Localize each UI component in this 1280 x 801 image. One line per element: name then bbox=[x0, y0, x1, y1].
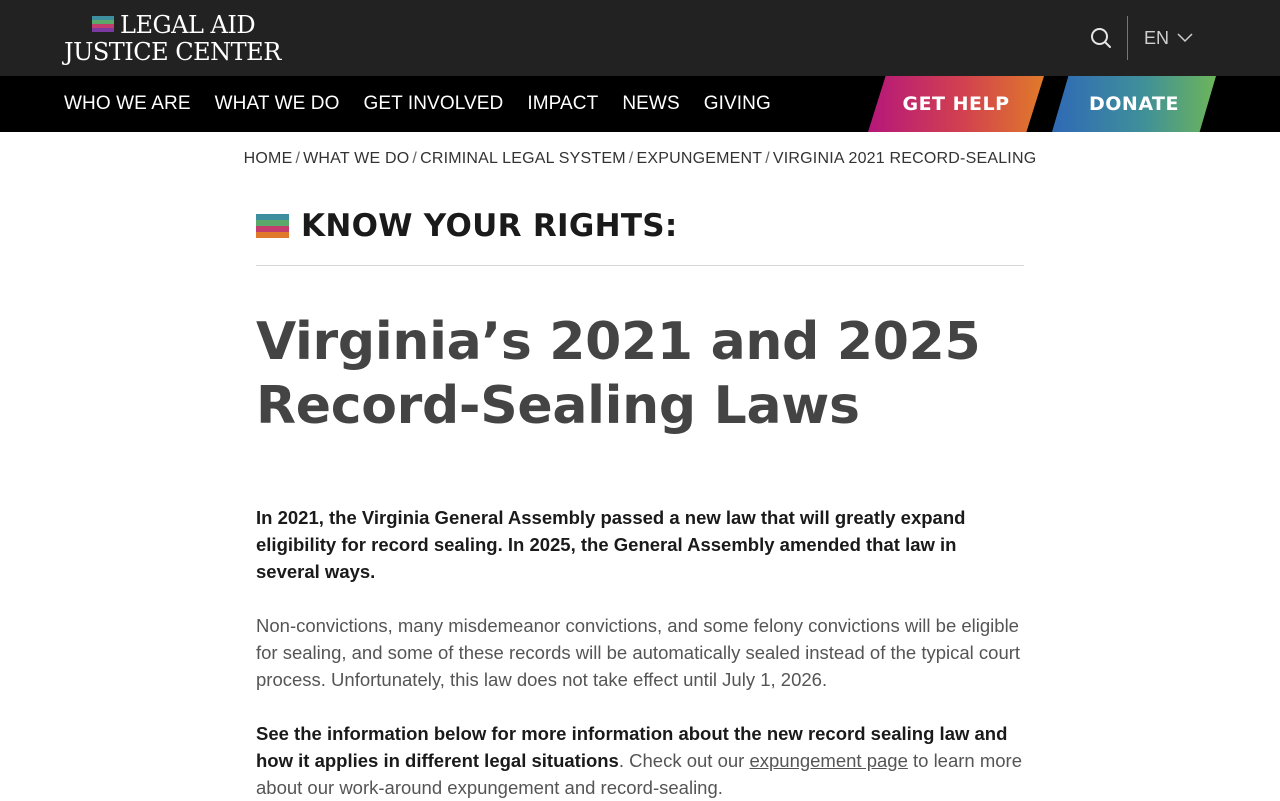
breadcrumb-expungement[interactable]: EXPUNGEMENT bbox=[636, 150, 762, 167]
search-button[interactable] bbox=[1089, 26, 1113, 50]
stripes-icon bbox=[256, 214, 289, 238]
lead-paragraph: In 2021, the Virginia General Assembly p… bbox=[256, 507, 966, 582]
heading-divider bbox=[256, 265, 1024, 266]
info-paragraph-mid: . Check out our bbox=[618, 750, 745, 771]
breadcrumb-what-we-do[interactable]: WHAT WE DO bbox=[303, 150, 409, 167]
breadcrumb-home[interactable]: HOME bbox=[244, 150, 293, 167]
chevron-down-icon bbox=[1177, 33, 1193, 43]
nav-item-impact[interactable]: IMPACT bbox=[527, 93, 598, 114]
nav-item-who-we-are[interactable]: WHO WE ARE bbox=[64, 93, 191, 114]
nav-item-what-we-do[interactable]: WHAT WE DO bbox=[215, 93, 340, 114]
nav-item-giving[interactable]: GIVING bbox=[704, 93, 771, 114]
kicker-text: KNOW YOUR RIGHTS: bbox=[301, 208, 678, 244]
header-divider bbox=[1127, 16, 1128, 60]
breadcrumb-separator: / bbox=[628, 150, 634, 167]
search-icon bbox=[1091, 28, 1111, 48]
language-selector[interactable]: EN bbox=[1144, 24, 1193, 52]
get-help-button[interactable]: GET HELP bbox=[868, 76, 1044, 132]
nav-item-get-involved[interactable]: GET INVOLVED bbox=[363, 93, 503, 114]
logo-text-line2: JUSTICE CENTER bbox=[64, 38, 281, 66]
logo-text-line1: LEGAL AID bbox=[120, 11, 256, 39]
breadcrumb-current: VIRGINIA 2021 RECORD-SEALING bbox=[772, 150, 1037, 167]
language-label: EN bbox=[1144, 27, 1170, 48]
breadcrumb-separator: / bbox=[412, 150, 418, 167]
breadcrumb-criminal-legal-system[interactable]: CRIMINAL LEGAL SYSTEM bbox=[420, 150, 626, 167]
breadcrumb-separator: / bbox=[765, 150, 770, 167]
nav-item-news[interactable]: NEWS bbox=[622, 93, 679, 114]
nav-list: WHO WE ARE WHAT WE DO GET INVOLVED IMPAC… bbox=[64, 76, 771, 132]
site-header: LEGAL AID JUSTICE CENTER EN bbox=[0, 0, 1280, 76]
eligibility-paragraph: Non-convictions, many misdemeanor convic… bbox=[256, 615, 1021, 690]
breadcrumb-separator: / bbox=[295, 150, 301, 167]
expungement-page-link[interactable]: expungement page bbox=[749, 750, 907, 771]
know-your-rights-heading: KNOW YOUR RIGHTS: bbox=[256, 208, 678, 244]
breadcrumb: HOME / WHAT WE DO / CRIMINAL LEGAL SYSTEM / EX… bbox=[0, 150, 1280, 168]
site-logo[interactable]: LEGAL AID JUSTICE CENTER bbox=[64, 11, 324, 66]
logo-stripes-icon bbox=[92, 16, 114, 32]
page-title: Virginia’s 2021 and 2025 Record-Sealing … bbox=[256, 312, 981, 436]
donate-button[interactable]: DONATE bbox=[1052, 76, 1216, 132]
info-paragraph: See the information below for more infor… bbox=[256, 720, 1024, 801]
